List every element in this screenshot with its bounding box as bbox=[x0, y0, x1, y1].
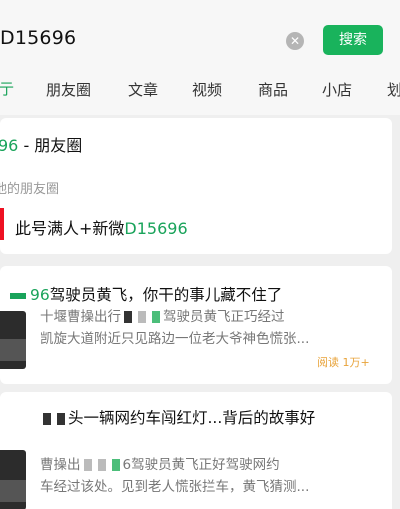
censor-block bbox=[43, 412, 51, 425]
censor-block bbox=[138, 311, 146, 323]
article-card[interactable]: 头一辆网约车闯红灯...背后的故事好 曹操出 6驾驶员黄飞正好驾驶网约 车经过该处… bbox=[0, 392, 392, 509]
censor-block bbox=[10, 292, 26, 299]
moments-subtitle: 他的朋友圈 bbox=[0, 182, 60, 197]
article-title: 头一辆网约车闯红灯...背后的故事好 bbox=[40, 406, 315, 428]
tab-all[interactable]: 亍 bbox=[0, 78, 14, 99]
censor-block bbox=[111, 459, 120, 471]
tab-articles[interactable]: 文章 bbox=[128, 79, 158, 100]
tab-products[interactable]: 商品 bbox=[258, 79, 288, 100]
article-desc-line2: 凯旋大道附近只见路边一位老大爷神色慌张... bbox=[40, 331, 310, 347]
tab-more[interactable]: 划 bbox=[387, 79, 400, 100]
search-header: D15696 ✕ 搜索 亍 朋友圈 文章 视频 商品 小店 划 bbox=[0, 0, 400, 115]
article-thumbnail bbox=[0, 450, 26, 509]
search-button[interactable]: 搜索 bbox=[323, 25, 383, 55]
moments-card[interactable]: 96 - 朋友圈 他的朋友圈 此号满人+新微D15696 bbox=[0, 118, 392, 254]
tab-shops[interactable]: 小店 bbox=[322, 79, 352, 100]
article-thumbnail bbox=[0, 311, 26, 369]
account-name[interactable]: 此号满人+新微D15696 bbox=[15, 215, 188, 239]
article-card[interactable]: 96驾驶员黄飞，你干的事儿藏不住了 十堰曹操出行 驾驶员黄飞正巧经过 凯旋大道附近… bbox=[0, 266, 392, 384]
censor-block bbox=[83, 459, 92, 471]
article-desc-line1: 曹操出 6驾驶员黄飞正好驾驶网约 bbox=[40, 457, 280, 473]
clear-icon[interactable]: ✕ bbox=[286, 32, 304, 50]
censor-block bbox=[97, 459, 106, 471]
tab-moments[interactable]: 朋友圈 bbox=[46, 79, 91, 100]
search-input[interactable]: D15696 bbox=[0, 27, 76, 49]
account-avatar bbox=[0, 208, 4, 240]
article-desc-line1: 十堰曹操出行 驾驶员黄飞正巧经过 bbox=[40, 309, 285, 325]
article-desc-line2: 车经过该处。见到老人慌张拦车，黄飞猜测... bbox=[40, 479, 310, 495]
censor-block bbox=[124, 311, 132, 323]
censor-block bbox=[57, 412, 65, 425]
censor-block bbox=[152, 311, 160, 323]
read-count: 阅读 1万+ bbox=[317, 356, 370, 369]
moments-title: 96 - 朋友圈 bbox=[0, 136, 83, 155]
article-title: 96驾驶员黄飞，你干的事儿藏不住了 bbox=[10, 283, 282, 305]
tab-videos[interactable]: 视频 bbox=[192, 79, 222, 100]
